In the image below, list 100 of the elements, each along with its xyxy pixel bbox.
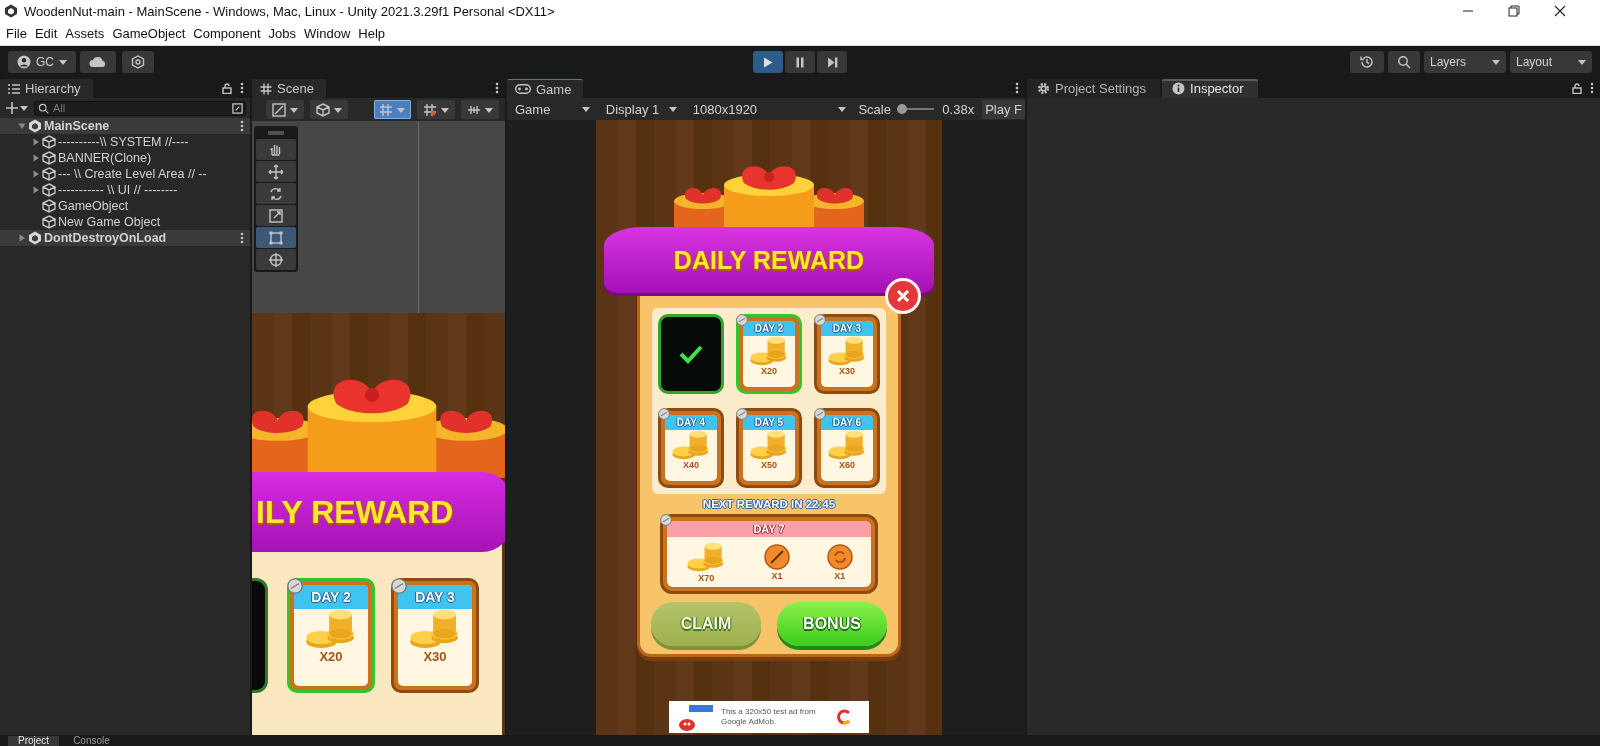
- play-mode-dropdown[interactable]: Play F: [982, 99, 1025, 119]
- caret-icon: [441, 105, 450, 114]
- scene-tab[interactable]: Scene: [252, 79, 326, 98]
- drag-handle-icon[interactable]: [268, 131, 284, 135]
- caret-icon: [485, 105, 494, 114]
- transform-tool-button[interactable]: [256, 249, 296, 270]
- ad-text: This a 320x50 test ad from Google AdMob.: [721, 707, 817, 727]
- grid-button[interactable]: [373, 100, 412, 119]
- panel-tab[interactable]: Inspector: [1162, 79, 1258, 98]
- game-tab[interactable]: Game: [507, 79, 584, 98]
- increment-button[interactable]: [461, 100, 499, 119]
- pin-icon: [287, 578, 303, 594]
- caret-icon: [289, 105, 298, 114]
- rotate-tool-button[interactable]: [256, 183, 296, 204]
- play-button[interactable]: [753, 51, 783, 73]
- admob-logo-icon: [837, 709, 853, 725]
- day-label: DAY 2: [743, 321, 795, 336]
- timer-text: NEXT REWARD IN 22:45: [702, 498, 836, 510]
- day-label: DAY 6: [821, 415, 873, 430]
- search-button[interactable]: [1388, 51, 1420, 73]
- scale-slider[interactable]: [898, 104, 935, 114]
- menu-item[interactable]: Jobs: [264, 26, 301, 41]
- step-button[interactable]: [817, 51, 847, 73]
- caret-icon: [581, 105, 590, 113]
- search-field[interactable]: All: [34, 100, 246, 116]
- layout-dropdown[interactable]: Layout: [1510, 51, 1592, 73]
- more-icon[interactable]: [240, 82, 244, 94]
- pin-icon: [814, 314, 826, 326]
- coins-icon: [671, 430, 711, 460]
- menu-item[interactable]: File: [2, 26, 31, 41]
- add-button[interactable]: [4, 102, 30, 114]
- reward-amount: X70: [698, 572, 715, 583]
- move-tool-button[interactable]: [256, 161, 296, 182]
- slider-thumb[interactable]: [897, 104, 908, 114]
- expand-arrow-icon[interactable]: [18, 122, 26, 130]
- hand-tool-button[interactable]: [256, 139, 296, 160]
- layers-dropdown[interactable]: Layers: [1424, 51, 1506, 73]
- panel-tab[interactable]: Project Settings: [1027, 79, 1161, 98]
- expand-arrow-icon[interactable]: [32, 138, 40, 146]
- menu-item[interactable]: Help: [354, 26, 390, 41]
- day-label: DAY 7: [667, 521, 871, 537]
- menu-item[interactable]: Assets: [61, 26, 109, 41]
- scale-label: Scale: [858, 101, 891, 117]
- cloud-button[interactable]: [80, 51, 116, 73]
- hierarchy-item[interactable]: BANNER(Clone): [58, 151, 244, 165]
- reward-amount: X40: [683, 460, 699, 470]
- render-mode-button[interactable]: [309, 100, 348, 119]
- more-icon[interactable]: [495, 82, 499, 94]
- panel-tab[interactable]: Project: [8, 736, 60, 746]
- caret-icon: [20, 104, 28, 112]
- menu-item[interactable]: GameObject: [108, 26, 190, 41]
- more-icon[interactable]: [1015, 82, 1019, 94]
- history-button[interactable]: [1350, 51, 1384, 73]
- step-icon: [826, 56, 838, 68]
- cube-icon: [42, 199, 56, 213]
- pause-icon: [795, 56, 805, 68]
- hierarchy-item[interactable]: New Game Object: [58, 215, 244, 229]
- expand-arrow-icon[interactable]: [32, 186, 40, 194]
- close-icon[interactable]: [1554, 5, 1566, 17]
- account-button[interactable]: GC: [8, 51, 76, 73]
- search-icon: [1397, 55, 1411, 69]
- hierarchy-item[interactable]: ----------\\ SYSTEM //----: [58, 135, 244, 149]
- expand-arrow-icon[interactable]: [32, 170, 40, 178]
- mode-dropdown[interactable]: Game: [511, 101, 594, 117]
- hierarchy-item[interactable]: ----------- \\ UI // --------: [58, 183, 244, 197]
- rect-tool-button[interactable]: [256, 227, 296, 248]
- display-dropdown[interactable]: Display 1: [601, 101, 681, 117]
- expand-arrow-icon[interactable]: [32, 154, 40, 162]
- cube-icon: [42, 183, 56, 197]
- reward-amount: X60: [839, 460, 855, 470]
- more-icon[interactable]: [1590, 82, 1594, 94]
- pin-icon: [660, 514, 672, 526]
- snap-button[interactable]: [417, 100, 456, 119]
- menu-item[interactable]: Window: [300, 26, 355, 41]
- more-icon[interactable]: [240, 232, 244, 244]
- lock-icon[interactable]: [1572, 82, 1582, 94]
- move-icon: [268, 163, 284, 180]
- scale-tool-button[interactable]: [256, 205, 296, 226]
- pause-button[interactable]: [785, 51, 815, 73]
- snap-icon: [423, 102, 438, 117]
- play-icon: [763, 56, 773, 68]
- hierarchy-tab[interactable]: Hierarchy: [0, 79, 93, 98]
- hierarchy-item[interactable]: --- \\ Create Level Area // --: [58, 167, 244, 181]
- day-label: DAY 3: [398, 585, 472, 609]
- menu-item[interactable]: Component: [189, 26, 265, 41]
- draw-mode-button[interactable]: [266, 100, 304, 119]
- lock-icon[interactable]: [222, 82, 232, 94]
- pin-icon: [736, 408, 748, 420]
- hierarchy-item[interactable]: GameObject: [58, 199, 244, 213]
- pin-icon: [814, 408, 826, 420]
- pin-icon: [391, 578, 407, 594]
- expand-arrow-icon[interactable]: [18, 234, 26, 242]
- resolution-dropdown[interactable]: 1080x1920: [688, 101, 851, 117]
- more-icon[interactable]: [240, 120, 244, 132]
- restore-icon[interactable]: [1508, 5, 1520, 17]
- picker-icon[interactable]: [232, 102, 243, 114]
- caret-icon: [838, 105, 847, 113]
- services-button[interactable]: [122, 51, 154, 73]
- history-icon: [1359, 54, 1375, 70]
- menu-item[interactable]: Edit: [30, 26, 62, 41]
